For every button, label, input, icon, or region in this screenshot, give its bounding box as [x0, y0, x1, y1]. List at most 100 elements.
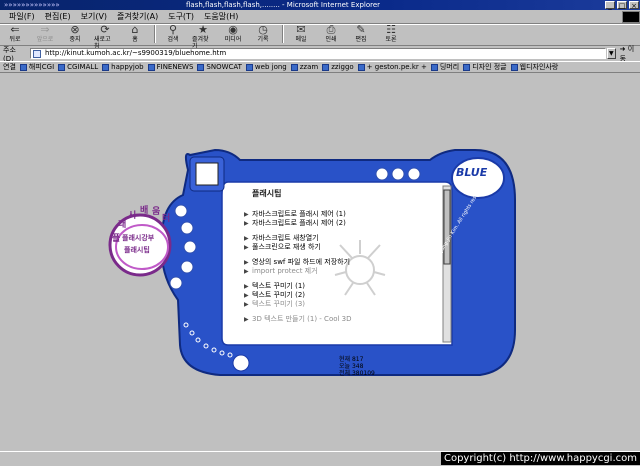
menu-bar: 파일(F) 편집(E) 보기(V) 즐겨찾기(A) 도구(T) 도움말(H)	[0, 10, 640, 24]
link-page-icon	[357, 63, 365, 71]
favorites-icon: ★	[198, 23, 208, 36]
tip-item-label: import protect 제거	[252, 267, 318, 275]
stop-icon: ⊗	[70, 23, 80, 36]
brand-logo[interactable]: BLUE	[456, 166, 487, 179]
address-dropdown-button[interactable]: ▼	[606, 48, 616, 59]
link-page-icon	[322, 63, 330, 71]
media-icon: ◉	[228, 23, 238, 36]
link-item[interactable]: SNOWCAT	[197, 63, 242, 71]
link-item[interactable]: CGIMALL	[58, 63, 98, 71]
tip-item-label: 풀스크린으로 재생 하기	[252, 243, 321, 251]
menu-edit[interactable]: 편집(E)	[40, 11, 76, 22]
round-menu-label-2[interactable]: 플래시팁	[124, 245, 150, 255]
toolbar-label: 검색	[167, 36, 179, 43]
toolbar-button-search[interactable]: ⚲ 검색	[162, 24, 184, 45]
address-input[interactable]: http://kinut.kumoh.ac.kr/~s9900319/blueh…	[29, 48, 606, 59]
toolbar-button-media[interactable]: ◉ 미디어	[222, 24, 244, 45]
tip-item[interactable]: ▶ 텍스트 꾸미기 (3)	[244, 300, 449, 309]
link-page-icon	[290, 63, 298, 71]
toolbar-label: 뒤로	[9, 36, 21, 43]
link-item[interactable]: FINENEWS	[147, 63, 193, 71]
counter-now: 현재 817	[339, 356, 364, 363]
link-label: zzam	[299, 63, 319, 71]
tip-item[interactable]: ▶ 자바스크립트로 플래시 제어 (1)	[244, 210, 449, 219]
address-url: http://kinut.kumoh.ac.kr/~s9900319/blueh…	[44, 49, 227, 57]
top-right-icons	[375, 167, 421, 181]
tip-item-label: 텍스트 꾸미기 (3)	[252, 300, 306, 308]
tip-item-label: 텍스트 꾸미기 (2)	[252, 291, 306, 299]
tip-item[interactable]: ▶ 자바스크립트 새창열기	[244, 234, 449, 243]
address-bar: 주소(D) http://kinut.kumoh.ac.kr/~s9900319…	[0, 44, 640, 63]
link-item[interactable]: web jong	[245, 63, 287, 71]
link-item[interactable]: 디자인 정글	[463, 62, 507, 72]
round-letter-6: 터	[162, 214, 171, 224]
address-label: 주소(D)	[3, 45, 16, 63]
bullet-icon: ▶	[244, 316, 249, 323]
close-button[interactable]: ×	[629, 1, 639, 10]
link-item[interactable]: 딩머리	[430, 62, 460, 72]
link-page-icon	[463, 63, 471, 71]
toolbar-button-back[interactable]: ⇐ 뒤로	[4, 24, 26, 45]
link-page-icon	[510, 63, 518, 71]
toolbar-label: 중지	[69, 36, 81, 43]
menu-tools[interactable]: 도구(T)	[163, 11, 199, 22]
tip-item[interactable]: ▶ 영상의 swf 파일 하드에 저장하기	[244, 258, 449, 267]
toolbar: ⇐ 뒤로 ⇒ 앞으로 ⊗ 중지 ⟳ 새로고침 ⌂ 홈 ⚲ 검색 ★ 즐겨찾기 ◉ 미디어 ◷ 기록 ✉ 메일 ⎙ 인쇄 ✎ 편…	[0, 23, 640, 51]
forward-icon: ⇒	[40, 23, 50, 36]
toolbar-button-home[interactable]: ⌂ 홈	[124, 24, 146, 45]
link-label: 해피CGI	[28, 63, 55, 71]
tip-item[interactable]: ▶ 3D 텍스트 만들기 (1) - Cool 3D	[244, 315, 449, 324]
minimize-button[interactable]: _	[605, 1, 615, 10]
toolbar-button-edit[interactable]: ✎ 편집	[350, 24, 372, 45]
logo-box-inner	[195, 162, 219, 186]
round-menu-label-1[interactable]: 플래시강부	[122, 233, 154, 243]
round-menu[interactable]: 플 래 시 배 움 터 플래시강부 플래시팁	[108, 205, 178, 285]
menu-help[interactable]: 도움말(H)	[199, 11, 243, 22]
round-letter-5: 움	[152, 207, 161, 217]
round-letter-1: 플	[112, 234, 121, 244]
mail-icon: ✉	[296, 23, 306, 36]
toolbar-button-mail[interactable]: ✉ 메일	[290, 24, 312, 45]
home-icon: ⌂	[131, 23, 139, 36]
history-icon: ◷	[258, 23, 268, 36]
round-letter-3: 시	[128, 211, 137, 221]
tip-item-label: 텍스트 꾸미기 (1)	[252, 282, 306, 290]
go-arrow-icon: ➜	[619, 44, 626, 53]
toolbar-button-refresh[interactable]: ⟳ 새로고침	[94, 23, 116, 51]
link-item[interactable]: happyjob	[102, 63, 144, 71]
menu-file[interactable]: 파일(F)	[4, 11, 40, 22]
search-icon: ⚲	[168, 23, 178, 36]
menu-view[interactable]: 보기(V)	[76, 11, 112, 22]
bullet-icon: ▶	[244, 259, 249, 266]
link-label: 딩머리	[439, 63, 460, 71]
toolbar-button-print[interactable]: ⎙ 인쇄	[320, 24, 342, 45]
link-page-icon	[430, 63, 438, 71]
toolbar-label: 메일	[295, 36, 307, 43]
link-item[interactable]: zziggo	[322, 63, 354, 71]
link-item[interactable]: 웹디자인사랑	[510, 62, 559, 72]
toolbar-button-history[interactable]: ◷ 기록	[252, 24, 274, 45]
link-label: 웹디자인사랑	[519, 63, 559, 71]
tip-item[interactable]: ▶ import protect 제거	[244, 267, 449, 276]
toolbar-button-favorites[interactable]: ★ 즐겨찾기	[192, 23, 214, 51]
toolbar-button-discuss[interactable]: ☷ 토론	[380, 24, 402, 45]
menu-favorites[interactable]: 즐겨찾기(A)	[112, 11, 163, 22]
maximize-button[interactable]: □	[617, 1, 627, 10]
ie-logo-icon	[622, 10, 640, 23]
toolbar-separator	[282, 25, 284, 43]
title-decoration: »»»»»»»»»»»»»	[4, 1, 60, 9]
link-item[interactable]: 해피CGI	[19, 62, 55, 72]
window-title: flash,flash,flash,flash,........ - Micro…	[186, 1, 381, 9]
bullet-icon: ▶	[244, 235, 249, 242]
link-item[interactable]: zzam	[290, 63, 319, 71]
toolbar-label: 앞으로	[36, 36, 54, 43]
refresh-icon: ⟳	[100, 23, 110, 36]
link-item[interactable]: + geston.pe.kr +	[357, 63, 427, 71]
link-page-icon	[197, 63, 205, 71]
tip-item[interactable]: ▶ 자바스크립트로 플래시 제어 (2)	[244, 219, 449, 228]
link-label: SNOWCAT	[206, 63, 242, 71]
toolbar-button-forward[interactable]: ⇒ 앞으로	[34, 24, 56, 45]
toolbar-button-stop[interactable]: ⊗ 중지	[64, 24, 86, 45]
link-page-icon	[245, 63, 253, 71]
tip-item[interactable]: ▶ 풀스크린으로 재생 하기	[244, 243, 449, 252]
